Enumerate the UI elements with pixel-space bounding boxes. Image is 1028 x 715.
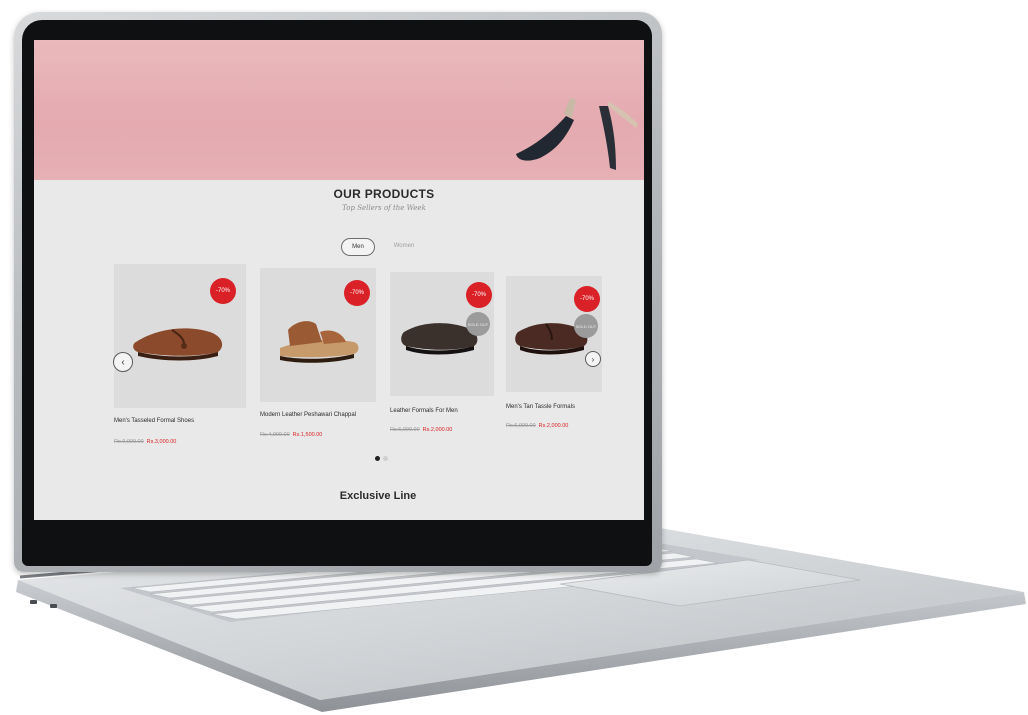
website-screen: OUR PRODUCTS Top Sellers of the Week Men… — [34, 40, 644, 520]
discount-badge: -70% — [344, 280, 370, 306]
hero-banner — [34, 40, 644, 180]
old-price: Rs.4,999.00 — [260, 432, 290, 438]
product-price: Rs.9,999.00 Rs.3,000.00 — [114, 430, 176, 448]
old-price: Rs.9,999.00 — [114, 439, 144, 445]
chevron-right-icon[interactable]: › — [585, 351, 601, 367]
sale-price: Rs.3,000.00 — [146, 439, 177, 445]
sale-price: Rs.1,500.00 — [292, 432, 323, 438]
usb-port-icon — [50, 604, 57, 608]
heel-shoe-image — [516, 98, 638, 170]
product-name[interactable]: Modern Leather Peshawari Chappal — [260, 412, 356, 418]
sold-out-badge: SOLD OUT — [574, 314, 598, 338]
product-price: Rs.6,999.00 Rs.2,000.00 — [390, 418, 452, 436]
pagination-dot-active[interactable] — [375, 456, 380, 461]
section-title: OUR PRODUCTS — [333, 187, 435, 201]
discount-badge: -70% — [210, 278, 236, 304]
old-price: Rs.6,999.00 — [390, 427, 420, 433]
laptop-mockup: OUR PRODUCTS Top Sellers of the Week Men… — [0, 0, 1028, 715]
tab-men[interactable]: Men — [341, 238, 375, 256]
pagination-dot[interactable] — [383, 456, 388, 461]
sale-price: Rs.2,000.00 — [422, 427, 453, 433]
chevron-left-icon[interactable]: ‹ — [113, 352, 133, 372]
exclusive-line-title: Exclusive Line — [339, 490, 417, 502]
sale-price: Rs.2,000.00 — [538, 423, 569, 429]
product-price: Rs.4,999.00 Rs.1,500.00 — [260, 423, 322, 441]
old-price: Rs.6,999.00 — [506, 423, 536, 429]
discount-badge: -70% — [466, 282, 492, 308]
section-subtitle: Top Sellers of the Week — [342, 204, 426, 212]
discount-badge: -70% — [574, 286, 600, 312]
sold-out-badge: SOLD OUT — [466, 312, 490, 336]
product-name[interactable]: Men's Tan Tassle Formals — [506, 404, 575, 410]
tab-women[interactable]: Women — [387, 238, 421, 254]
product-name[interactable]: Men's Tasseled Formal Shoes — [114, 418, 194, 424]
product-price: Rs.6,999.00 Rs.2,000.00 — [506, 414, 568, 432]
usb-port-icon — [30, 600, 37, 604]
product-name[interactable]: Leather Formals For Men — [390, 408, 458, 414]
